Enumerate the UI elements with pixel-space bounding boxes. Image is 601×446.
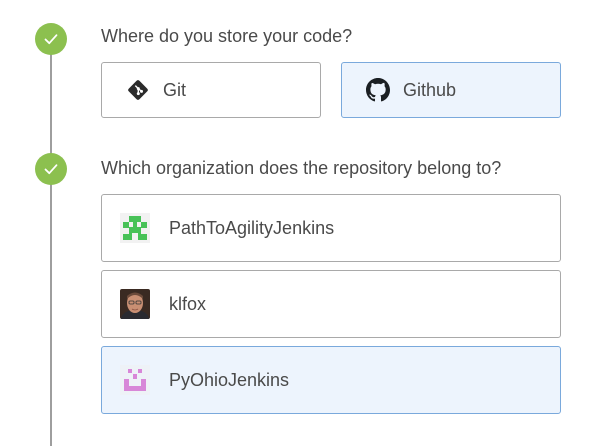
step-question-scm: Where do you store your code? [101, 26, 353, 46]
step-question-organization: Which organization does the repository b… [101, 158, 502, 178]
scm-option-github[interactable]: Github [341, 62, 561, 118]
org-option-label: PathToAgilityJenkins [169, 217, 335, 238]
github-icon [365, 77, 391, 103]
step-complete-check-icon [35, 153, 67, 185]
pink-identicon-avatar-icon [119, 364, 151, 396]
user-photo-avatar-icon [119, 288, 151, 320]
step-complete-check-icon [35, 23, 67, 55]
creation-wizard: Where do you store your code? Git Github [0, 0, 601, 446]
progress-timeline [50, 40, 52, 446]
org-option-pyohiojenkins[interactable]: PyOhioJenkins [101, 346, 561, 414]
org-option-label: klfox [169, 293, 207, 314]
scm-option-git[interactable]: Git [101, 62, 321, 118]
scm-option-label: Git [163, 79, 187, 100]
git-icon [125, 77, 151, 103]
org-option-pathtoagilityjenkins[interactable]: PathToAgilityJenkins [101, 194, 561, 262]
scm-option-label: Github [403, 79, 457, 100]
org-option-klfox[interactable]: klfox [101, 270, 561, 338]
green-identicon-avatar-icon [119, 212, 151, 244]
org-option-label: PyOhioJenkins [169, 369, 290, 390]
